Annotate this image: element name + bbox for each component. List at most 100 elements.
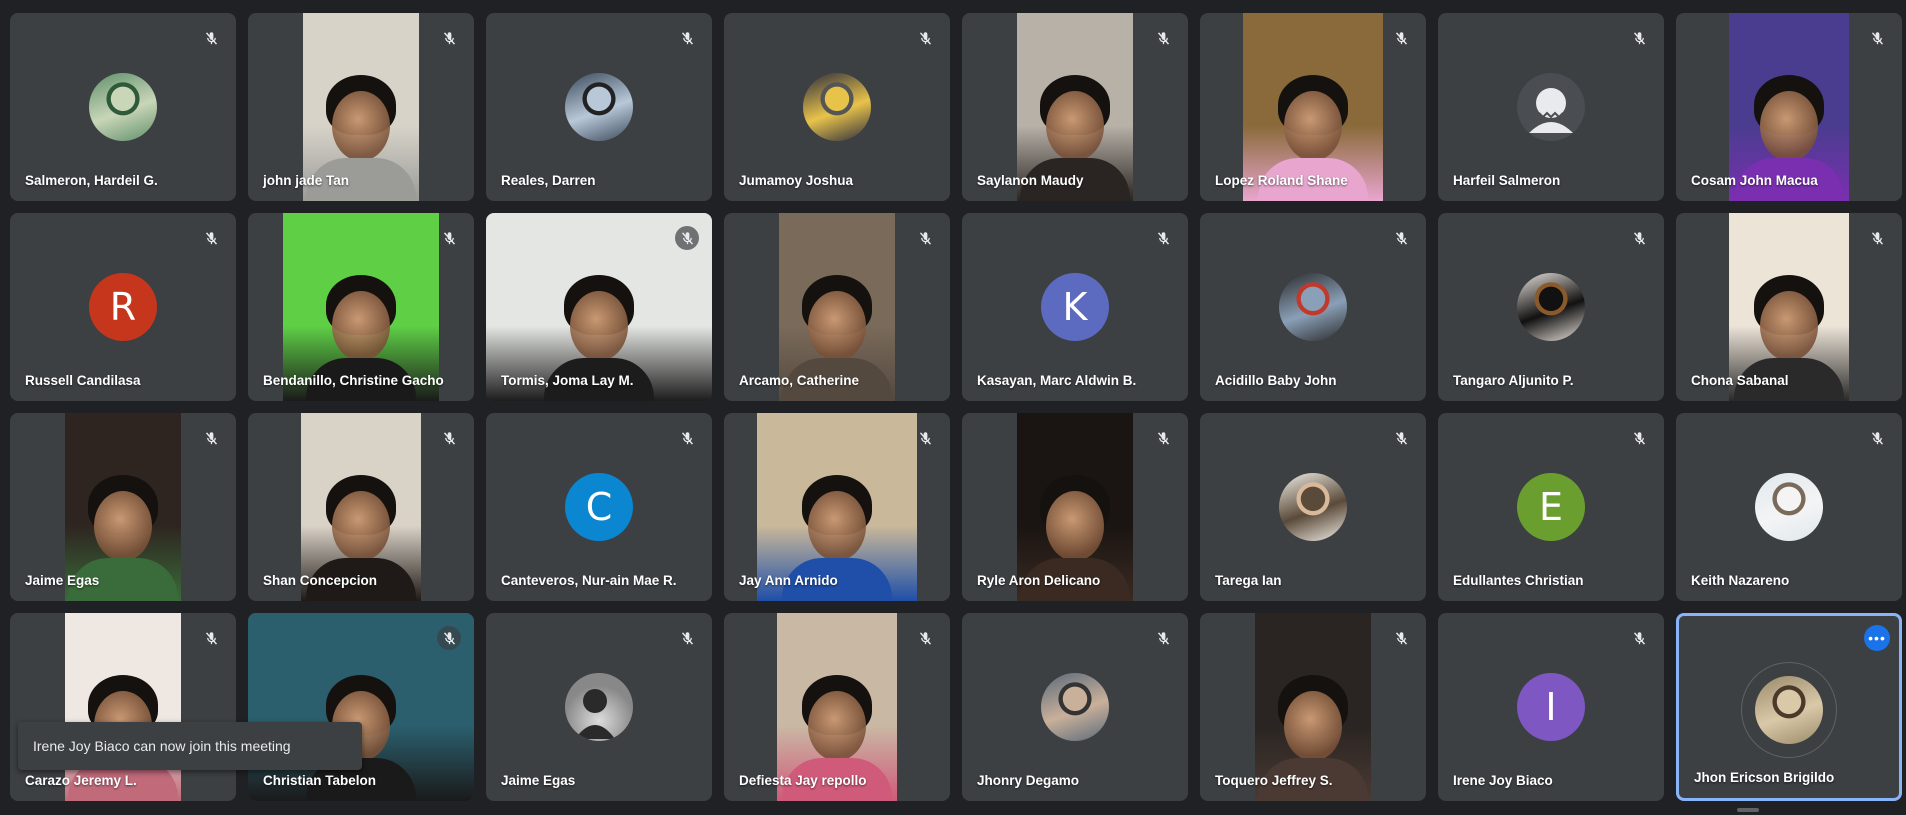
mic-off-icon: [1865, 226, 1889, 250]
mic-off-icon: [199, 226, 223, 250]
participant-name: Jumamoy Joshua: [739, 173, 854, 188]
participant-tile[interactable]: Chona Sabanal: [1676, 213, 1902, 401]
mic-off-icon: [1151, 626, 1175, 650]
mic-off-icon: [913, 626, 937, 650]
more-options-icon[interactable]: •••: [1864, 625, 1890, 651]
participant-avatar: R: [89, 273, 157, 341]
participant-tile[interactable]: john jade Tan: [248, 13, 474, 201]
participant-avatar: [565, 73, 633, 141]
participant-tile[interactable]: Bendanillo, Christine Gacho: [248, 213, 474, 401]
mic-off-icon: [199, 626, 223, 650]
participant-avatar: [1041, 673, 1109, 741]
participant-name: Jaime Egas: [501, 773, 576, 788]
participant-name: Cosam John Macua: [1691, 173, 1818, 188]
participant-tile[interactable]: Jhonry Degamo: [962, 613, 1188, 801]
participant-tile[interactable]: R Russell Candilasa: [10, 213, 236, 401]
participant-avatar: K: [1041, 273, 1109, 341]
participant-tile[interactable]: Acidillo Baby John: [1200, 213, 1426, 401]
participant-name: Jaime Egas: [25, 573, 100, 588]
participant-tile[interactable]: C Canteveros, Nur-ain Mae R.: [486, 413, 712, 601]
participant-name: Reales, Darren: [501, 173, 596, 188]
participant-name: john jade Tan: [263, 173, 350, 188]
participant-name: Chona Sabanal: [1691, 373, 1789, 388]
participant-name: Shan Concepcion: [263, 573, 378, 588]
mic-off-icon: [913, 226, 937, 250]
participant-avatar: [1279, 273, 1347, 341]
participant-tile[interactable]: Carazo Jeremy L.: [10, 613, 236, 801]
mic-off-icon: [1389, 26, 1413, 50]
participant-tile[interactable]: I Irene Joy Biaco: [1438, 613, 1664, 801]
mic-off-icon: [1627, 626, 1651, 650]
participant-tile[interactable]: Jumamoy Joshua: [724, 13, 950, 201]
avatar-initial: E: [1538, 485, 1563, 529]
mic-off-icon: [1627, 426, 1651, 450]
participant-tile[interactable]: Ryle Aron Delicano: [962, 413, 1188, 601]
mic-off-icon: [675, 226, 699, 250]
mic-off-icon: [1151, 426, 1175, 450]
mic-off-icon: [1389, 426, 1413, 450]
participant-name: Jhonry Degamo: [977, 773, 1080, 788]
participant-tile[interactable]: Harfeil Salmeron: [1438, 13, 1664, 201]
participant-tile[interactable]: Arcamo, Catherine: [724, 213, 950, 401]
participant-avatar: [565, 673, 633, 741]
participant-tile[interactable]: Tormis, Joma Lay M.: [486, 213, 712, 401]
mic-off-icon: [1627, 26, 1651, 50]
mic-off-icon: [1389, 226, 1413, 250]
mic-off-icon: [1151, 226, 1175, 250]
participant-tile[interactable]: Tangaro Aljunito P.: [1438, 213, 1664, 401]
participant-tile[interactable]: Christian Tabelon: [248, 613, 474, 801]
mic-off-icon: [675, 26, 699, 50]
mic-off-icon: [1389, 626, 1413, 650]
mic-off-icon: [437, 426, 461, 450]
mic-off-icon: [199, 26, 223, 50]
participant-name: Edullantes Christian: [1453, 573, 1584, 588]
participant-name: Canteveros, Nur-ain Mae R.: [501, 573, 677, 588]
participant-name: Defiesta Jay repollo: [739, 773, 867, 788]
participant-tile[interactable]: Shan Concepcion: [248, 413, 474, 601]
participant-name: Tarega Ian: [1215, 573, 1282, 588]
participant-avatar: C: [565, 473, 633, 541]
default-avatar-icon: [1517, 73, 1585, 141]
participant-avatar: [803, 73, 871, 141]
participant-tile[interactable]: ••• Jhon Ericson Brigildo: [1676, 613, 1902, 801]
participant-name: Irene Joy Biaco: [1453, 773, 1553, 788]
toast-message: Irene Joy Biaco can now join this meetin…: [33, 738, 291, 754]
mic-off-icon: [1151, 26, 1175, 50]
participant-tile[interactable]: Lopez Roland Shane: [1200, 13, 1426, 201]
participant-tile[interactable]: Salmeron, Hardeil G.: [10, 13, 236, 201]
participant-name: Carazo Jeremy L.: [25, 773, 137, 788]
participant-name: Christian Tabelon: [263, 773, 377, 788]
participant-tile[interactable]: Saylanon Maudy: [962, 13, 1188, 201]
participant-tile[interactable]: K Kasayan, Marc Aldwin B.: [962, 213, 1188, 401]
participant-name: Russell Candilasa: [25, 373, 141, 388]
mic-off-icon: [437, 226, 461, 250]
mic-off-icon: [437, 26, 461, 50]
participant-tile[interactable]: Toquero Jeffrey S.: [1200, 613, 1426, 801]
mic-off-icon: [1865, 26, 1889, 50]
participant-tile[interactable]: Tarega Ian: [1200, 413, 1426, 601]
participant-tile[interactable]: Jaime Egas: [10, 413, 236, 601]
participant-tile[interactable]: Defiesta Jay repollo: [724, 613, 950, 801]
participant-name: Lopez Roland Shane: [1215, 173, 1348, 188]
mic-off-icon: [1865, 426, 1889, 450]
mic-off-icon: [199, 426, 223, 450]
participant-name: Saylanon Maudy: [977, 173, 1084, 188]
participant-tile[interactable]: Cosam John Macua: [1676, 13, 1902, 201]
participant-name: Bendanillo, Christine Gacho: [263, 373, 444, 388]
scroll-handle[interactable]: [1737, 808, 1759, 812]
avatar-initial: K: [1062, 285, 1088, 329]
participant-tile[interactable]: Jaime Egas: [486, 613, 712, 801]
participant-tile[interactable]: Keith Nazareno: [1676, 413, 1902, 601]
participant-avatar: [89, 73, 157, 141]
participant-tile[interactable]: Reales, Darren: [486, 13, 712, 201]
participant-name: Jhon Ericson Brigildo: [1694, 770, 1835, 785]
participant-avatar: [1279, 473, 1347, 541]
participant-avatar: E: [1517, 473, 1585, 541]
mic-off-icon: [1627, 226, 1651, 250]
participant-tile[interactable]: Jay Ann Arnido: [724, 413, 950, 601]
participant-avatar: [1755, 473, 1823, 541]
avatar-initial: I: [1545, 685, 1557, 729]
participant-tile[interactable]: E Edullantes Christian: [1438, 413, 1664, 601]
participant-name: Tormis, Joma Lay M.: [501, 373, 634, 388]
mic-off-icon: [675, 426, 699, 450]
